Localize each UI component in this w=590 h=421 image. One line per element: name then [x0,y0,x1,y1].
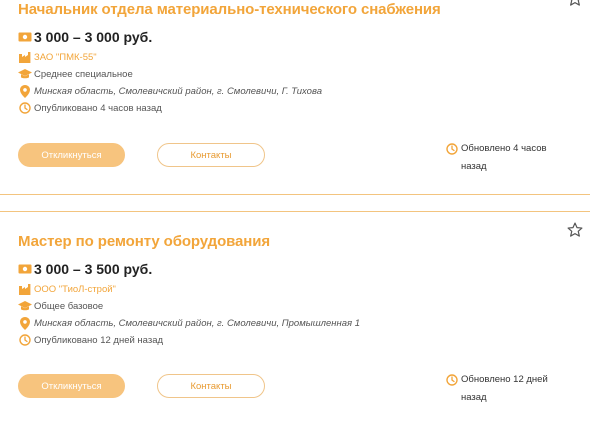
card-separator [0,194,590,195]
card-separator [0,211,590,212]
company-name[interactable]: ЗАО "ПМК-55" [34,52,97,63]
updated-info: Обновлено 12 дней назад [445,371,585,407]
company-icon [18,50,32,64]
salary-row: 3 000 – 3 500 руб. [18,261,152,277]
company-row: ООО "ТиоЛ-строй" [18,282,116,296]
vacancy-title[interactable]: Начальник отдела материально-техническог… [18,1,441,18]
clock-icon [18,101,32,115]
address: Минская область, Смолевичский район, г. … [34,85,322,97]
published-time: Опубликовано 12 дней назад [34,334,164,346]
salary-row: 3 000 – 3 000 руб. [18,29,152,45]
education-icon [18,299,32,313]
vacancy-card: Начальник отдела материально-техническог… [0,0,590,194]
education-row: Среднее специальное [18,67,133,81]
address-row: Минская область, Смолевичский район, г. … [18,316,360,330]
clock-icon [445,142,459,156]
address-row: Минская область, Смолевичский район, г. … [18,84,322,98]
vacancy-title[interactable]: Мастер по ремонту оборудования [18,233,270,250]
updated-line-1: Обновлено 12 дней [461,374,548,385]
vacancy-feed: Начальник отдела материально-техническог… [0,0,590,421]
respond-button[interactable]: Откликнуться [18,374,125,398]
updated-line-2: назад [461,392,487,403]
company-name[interactable]: ООО "ТиоЛ-строй" [34,284,116,295]
salary: 3 000 – 3 500 руб. [34,261,153,277]
money-icon [18,262,32,276]
education-icon [18,67,32,81]
updated-info: Обновлено 4 часов назад [445,140,585,176]
respond-button[interactable]: Откликнуться [18,143,125,167]
education-row: Общее базовое [18,299,103,313]
updated-line-2: назад [461,161,487,172]
published-row: Опубликовано 12 дней назад [18,333,163,347]
address: Минская область, Смолевичский район, г. … [34,317,360,329]
star-icon[interactable] [566,221,584,239]
clock-icon [445,373,459,387]
clock-icon [18,333,32,347]
updated-line-1: Обновлено 4 часов [461,143,547,154]
education-level: Общее базовое [34,300,104,312]
published-row: Опубликовано 4 часов назад [18,101,162,115]
salary: 3 000 – 3 000 руб. [34,29,153,45]
contacts-button[interactable]: Контакты [157,374,265,398]
contacts-button[interactable]: Контакты [157,143,265,167]
vacancy-card: Мастер по ремонту оборудования 3 000 – 3… [0,220,590,421]
published-time: Опубликовано 4 часов назад [34,102,162,114]
company-row: ЗАО "ПМК-55" [18,50,97,64]
location-icon [18,316,32,330]
education-level: Среднее специальное [34,68,133,80]
location-icon [18,84,32,98]
company-icon [18,282,32,296]
money-icon [18,30,32,44]
star-icon[interactable] [566,0,584,8]
